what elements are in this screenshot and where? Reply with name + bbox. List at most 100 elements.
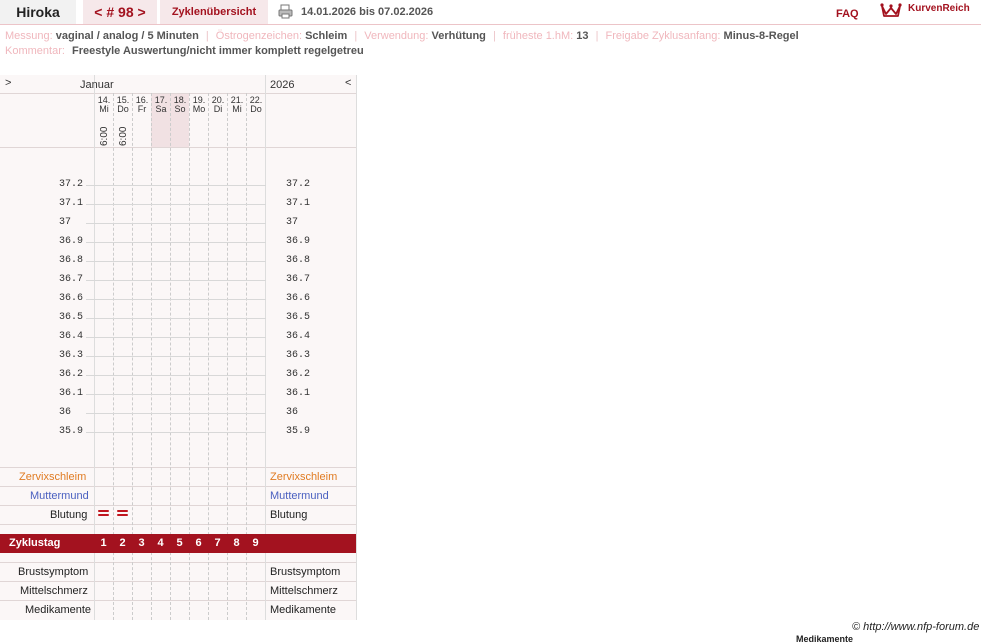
copyright-notice: © http://www.nfp-forum.de [852,621,980,633]
cycle-day: 2 [119,537,126,549]
zyklustag-label: Zyklustag [9,537,61,549]
measure-time: 6:00 [118,126,129,146]
cycle-navigator: < # 98 > [83,0,157,24]
cycle-day: 9 [252,537,259,549]
temp-label-left: 36 [59,407,72,418]
cycle-chart: > Januar 2026 < 14. Mi 15. Do 16. Fr 17.… [0,75,357,620]
temp-label-left: 36.6 [59,293,84,304]
day-col-5: 18. So [172,96,188,114]
zervix-label-left: Zervixschleim [19,471,87,483]
cycle-day: 8 [233,537,240,549]
freigabe-label: Freigabe Zyklusanfang: [605,30,721,42]
measurement-info: Messung: vaginal / analog / 5 Minuten | … [5,30,799,42]
bleeding-icon[interactable] [117,510,128,518]
day-col-9: 22. Do [248,96,264,114]
temp-label-right: 36.5 [286,312,311,323]
muttermund-label-left: Muttermund [30,490,89,502]
temp-label-right: 36.3 [286,350,311,361]
day-col-1: 14. Mi [96,96,112,114]
messung-label: Messung: [5,30,53,42]
temp-label-right: 37.1 [286,198,311,209]
date-range: 14.01.2026 bis 07.02.2026 [301,6,434,18]
temp-label-right: 36.4 [286,331,311,342]
day-weekday: Mi [99,104,109,114]
kurvenreich-logo[interactable]: KurvenReich [908,3,970,14]
temp-label-left: 35.9 [59,426,84,437]
temp-label-right: 35.9 [286,426,311,437]
temp-label-left: 37.1 [59,198,84,209]
temp-label-left: 36.2 [59,369,84,380]
day-col-3: 16. Fr [134,96,150,114]
frueheste-label: früheste 1.hM: [502,30,574,42]
temp-label-left: 37.2 [59,179,84,190]
crown-icon [880,3,902,17]
day-col-6: 19. Mo [191,96,207,114]
temp-label-right: 37 [286,217,299,228]
temp-label-right: 36.7 [286,274,311,285]
day-weekday: Sa [155,104,167,114]
cycle-day: 1 [100,537,107,549]
temp-label-left: 36.7 [59,274,84,285]
zervix-label-right: Zervixschleim [270,471,338,483]
oestrogen-label: Östrogenzeichen: [215,30,302,42]
cycle-overview-tab[interactable]: Zyklenübersicht [160,0,268,24]
bleeding-icon[interactable] [98,510,109,518]
temp-label-left: 37 [59,217,72,228]
messung-value: vaginal / analog / 5 Minuten [55,30,199,42]
next-cycle-button[interactable]: > [138,4,146,20]
user-name: Hiroka [0,0,76,24]
prev-month-button[interactable]: < [345,77,351,89]
medi-label-left: Medikamente [25,604,92,616]
temp-label-right: 36 [286,407,299,418]
cycle-day: 3 [138,537,145,549]
temp-label-right: 37.2 [286,179,311,190]
year-label: 2026 [270,79,295,91]
muttermund-label-right: Muttermund [270,490,329,502]
zyklustag-row: Zyklustag 1 2 3 4 5 6 7 8 9 [0,534,356,553]
temp-label-left: 36.4 [59,331,84,342]
top-bar: Hiroka < # 98 > Zyklenübersicht 14.01.20… [0,0,981,25]
measure-time: 6:00 [99,126,110,146]
kommentar-value: Freestyle Auswertung/nicht immer komplet… [71,45,364,57]
day-weekday: Mo [192,104,206,114]
printer-icon[interactable] [278,4,293,19]
temp-label-right: 36.9 [286,236,311,247]
temp-label-left: 36.5 [59,312,84,323]
day-weekday: Do [117,104,129,114]
cut-off-label: Medikamente [796,634,854,644]
temp-label-right: 36.2 [286,369,311,380]
cycle-day: 5 [176,537,183,549]
day-weekday: Fr [137,104,147,114]
month-label: Januar [80,79,114,91]
cycle-number: # 98 [106,4,134,20]
mittel-label-right: Mittelschmerz [270,585,338,597]
brust-label-right: Brustsymptom [270,566,341,578]
brust-label-left: Brustsymptom [18,566,89,578]
day-weekday: So [174,104,186,114]
day-weekday: Di [213,104,223,114]
temp-label-left: 36.9 [59,236,84,247]
temp-label-left: 36.3 [59,350,84,361]
day-col-8: 21. Mi [229,96,245,114]
blutung-label-right: Blutung [270,509,308,521]
day-col-7: 20. Di [210,96,226,114]
prev-cycle-button[interactable]: < [94,4,102,20]
day-col-4: 17. Sa [153,96,169,114]
day-weekday: Do [250,104,262,114]
temp-label-right: 36.6 [286,293,311,304]
temp-label-right: 36.8 [286,255,311,266]
temp-label-right: 36.1 [286,388,311,399]
verwendung-label: Verwendung: [364,30,429,42]
day-weekday: Mi [232,104,242,114]
kommentar-label: Kommentar: [5,45,65,57]
temp-label-left: 36.1 [59,388,84,399]
temp-label-left: 36.8 [59,255,84,266]
next-month-button[interactable]: > [5,77,11,89]
cycle-day: 6 [195,537,202,549]
faq-link[interactable]: FAQ [836,5,859,23]
day-col-2: 15. Do [115,96,131,114]
oestrogen-value: Schleim [305,30,348,42]
verwendung-value: Verhütung [431,30,486,42]
mittel-label-left: Mittelschmerz [20,585,88,597]
cycle-day: 4 [157,537,164,549]
